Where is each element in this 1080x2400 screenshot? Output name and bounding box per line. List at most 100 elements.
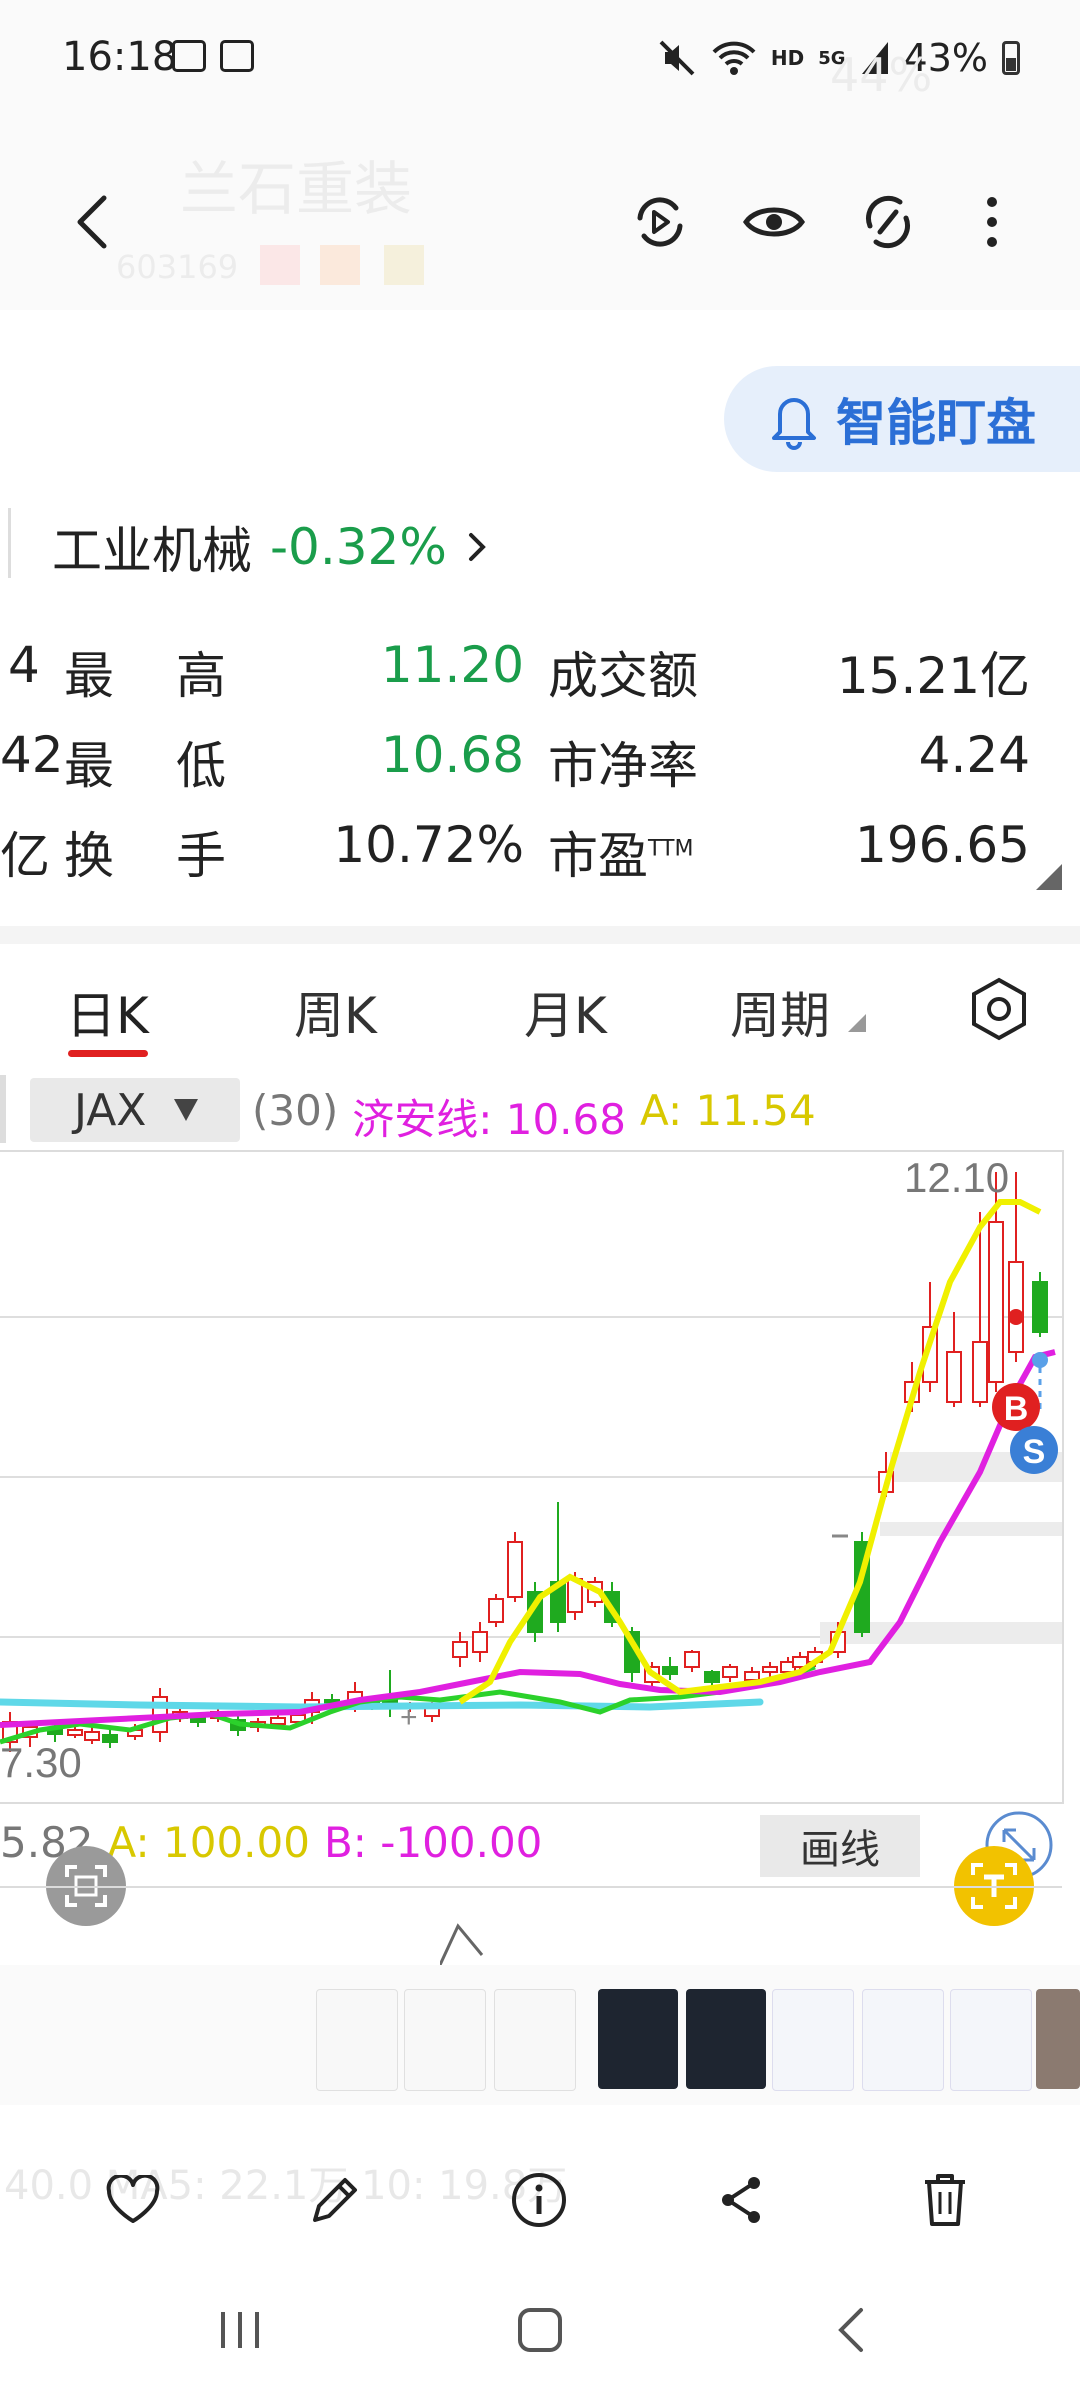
cross-marker: + xyxy=(400,1701,418,1734)
sell-marker-label: S xyxy=(1023,1433,1046,1471)
back-button[interactable] xyxy=(52,182,132,262)
buy-marker-label: B xyxy=(1004,1390,1029,1428)
remaster-alt-button[interactable] xyxy=(848,182,928,262)
favorite-button[interactable] xyxy=(88,2155,178,2245)
viewer-action-bar: 40.0 MA5: 22.1万 10: 19.8万 xyxy=(0,2105,1080,2265)
candle-body xyxy=(684,1651,700,1668)
quote-turnover-rate-value: 10.72% xyxy=(333,816,524,874)
indicator-select[interactable]: JAX xyxy=(30,1078,240,1142)
indicator-a-value: A: 11.54 xyxy=(639,1086,816,1135)
indicator-legend: (30) 济安线: 10.68 A: 11.54 xyxy=(252,1086,816,1147)
red-dot-marker xyxy=(1008,1309,1024,1325)
thumbnail[interactable] xyxy=(316,1989,398,2091)
quote-label-char: 手 xyxy=(176,827,226,885)
candle-body xyxy=(507,1541,523,1598)
background-stock-code: 603169 xyxy=(116,248,239,286)
quote-label-char: 最 xyxy=(64,737,114,795)
sub-a-value: A: 100.00 xyxy=(107,1818,310,1867)
edit-button[interactable] xyxy=(290,2155,380,2245)
thumbnail[interactable] xyxy=(1036,1989,1080,2089)
delete-button[interactable] xyxy=(900,2155,990,2245)
blue-dot-marker xyxy=(1032,1352,1048,1368)
divider xyxy=(8,508,11,578)
gallery-notification-icon xyxy=(172,40,206,72)
kline-chart[interactable]: B S 12.10 7.30 + xyxy=(0,1150,1064,1804)
candle-body xyxy=(270,1717,286,1725)
mute-icon xyxy=(659,40,695,76)
candle-body xyxy=(488,1598,504,1623)
candle-body xyxy=(84,1731,100,1741)
smart-watch-label: 智能盯盘 xyxy=(836,394,1036,452)
industry-row[interactable]: 工业机械 -0.32% xyxy=(52,512,489,582)
tab-daily-k[interactable]: 日K xyxy=(66,976,149,1048)
kline-tab-bar: 日K 周K 月K 周期 xyxy=(0,946,1080,1057)
tab-weekly-k[interactable]: 周K xyxy=(294,976,377,1048)
draw-line-button[interactable]: 画线 xyxy=(760,1815,920,1877)
candle-body xyxy=(102,1734,118,1743)
quote-label-char: 最 xyxy=(64,647,114,705)
background-battery-text: 44% xyxy=(830,48,933,102)
play-refresh-icon xyxy=(637,197,683,247)
candle-body xyxy=(190,1717,206,1723)
candle-body xyxy=(972,1341,988,1403)
triangle-down-icon xyxy=(174,1099,199,1121)
candle-body xyxy=(67,1729,83,1736)
trash-icon xyxy=(925,2174,965,2226)
dropdown-corner-icon xyxy=(848,1014,866,1032)
thumbnail[interactable] xyxy=(686,1989,766,2089)
back-nav-button[interactable] xyxy=(810,2295,890,2365)
quote-high-value: 11.20 xyxy=(380,636,524,694)
tab-monthly-k[interactable]: 月K xyxy=(524,976,607,1048)
view-button[interactable] xyxy=(734,182,814,262)
rotate-link-icon xyxy=(865,195,911,249)
bell-icon xyxy=(772,398,816,450)
quote-label-char: 高 xyxy=(176,647,226,705)
recents-button[interactable] xyxy=(200,2295,280,2365)
quote-left-partial: 亿 xyxy=(0,827,50,885)
thumbnail[interactable] xyxy=(494,1989,576,2091)
system-nav-bar xyxy=(0,2265,1080,2400)
candle-body xyxy=(452,1641,468,1658)
kline-chart-svg: B S 12.10 7.30 + xyxy=(0,1154,1062,1786)
eye-icon xyxy=(743,207,805,237)
quote-left-partial: 4 xyxy=(8,636,40,694)
thumbnail[interactable] xyxy=(950,1989,1032,2091)
candle-body xyxy=(744,1671,760,1681)
thumbnail[interactable] xyxy=(598,1989,678,2089)
candle-body xyxy=(662,1666,678,1675)
remaster-button[interactable] xyxy=(620,182,700,262)
details-button[interactable] xyxy=(494,2155,584,2245)
indicator-param: (30) xyxy=(252,1086,339,1135)
quote-turnover-amount-value: 15.21亿 xyxy=(836,647,1030,705)
settings-hexagon-icon[interactable] xyxy=(966,976,1032,1042)
support-zone-band xyxy=(880,1522,1062,1536)
candle-body xyxy=(946,1351,962,1403)
divider xyxy=(0,1075,6,1143)
thumbnail[interactable] xyxy=(772,1989,854,2091)
expand-corner-icon[interactable] xyxy=(1036,864,1062,890)
candle-body xyxy=(988,1221,1004,1383)
home-button[interactable] xyxy=(500,2295,580,2365)
background-tag xyxy=(260,245,300,285)
share-button[interactable] xyxy=(696,2155,786,2245)
thumbnail[interactable] xyxy=(404,1989,486,2091)
tab-period[interactable]: 周期 xyxy=(730,976,830,1048)
pe-label-sup: TTM xyxy=(648,836,694,862)
industry-name: 工业机械 xyxy=(52,522,252,580)
candle-body xyxy=(704,1671,720,1683)
indicator-select-value: JAX xyxy=(74,1084,147,1136)
more-vertical-icon xyxy=(987,197,997,247)
quote-left-partial: 42 xyxy=(0,726,64,784)
candle-body xyxy=(722,1666,738,1678)
smart-watch-button[interactable]: 智能盯盘 xyxy=(724,366,1080,472)
candle-body xyxy=(1032,1281,1048,1333)
more-options-button[interactable] xyxy=(952,182,1032,262)
background-tag xyxy=(320,245,360,285)
thumbnail-strip xyxy=(0,1965,1080,2105)
background-stock-name: 兰石重装 xyxy=(180,155,413,223)
wifi-hd-tag: HD xyxy=(770,46,805,70)
thumbnail[interactable] xyxy=(862,1989,944,2091)
info-icon xyxy=(512,2173,566,2227)
sub-chart-peak xyxy=(440,1923,484,1965)
status-time: 16:18 xyxy=(62,34,178,80)
